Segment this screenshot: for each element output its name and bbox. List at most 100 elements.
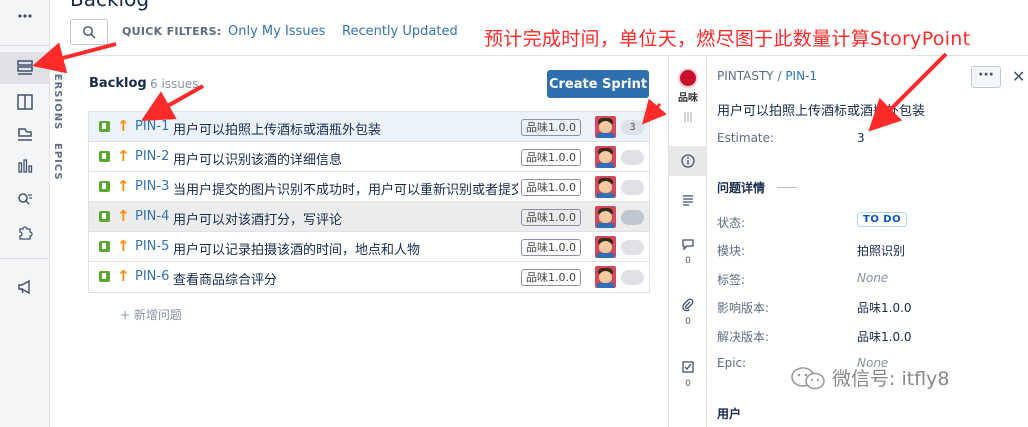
reports-icon[interactable] bbox=[0, 150, 50, 182]
issue-row[interactable]: ↑ PIN-5 用户可以记录拍摄该酒的时间，地点和人物 品味1.0.0 bbox=[89, 232, 649, 262]
assignee-avatar bbox=[595, 176, 616, 198]
priority-high-icon: ↑ bbox=[117, 267, 130, 285]
comment-count: 0 bbox=[685, 256, 691, 266]
issue-key[interactable]: PIN-3 bbox=[135, 179, 169, 194]
annotation-text: 预计完成时间，单位天，燃尽图于此数量计算StoryPoint bbox=[484, 28, 971, 50]
story-icon bbox=[99, 271, 110, 282]
version-lozenge: 品味1.0.0 bbox=[521, 209, 581, 226]
detail-toolbar: 品味 0 0 0 bbox=[669, 56, 707, 427]
search-icon bbox=[83, 26, 96, 39]
backlog-issue-count: 6 issues bbox=[150, 77, 199, 91]
epics-tab[interactable]: EPICS bbox=[52, 143, 63, 181]
issue-key[interactable]: PIN-1 bbox=[135, 119, 169, 134]
status-badge[interactable]: TO DO bbox=[857, 212, 908, 227]
story-icon bbox=[99, 121, 110, 132]
backlog-panel: Backlog 6 issues Create Sprint ↑ PIN-1 用… bbox=[70, 55, 668, 427]
issue-summary-heading[interactable]: 用户可以拍照上传酒标或酒瓶外包装 bbox=[717, 100, 925, 119]
version-lozenge: 品味1.0.0 bbox=[521, 239, 581, 256]
assignee-avatar bbox=[595, 116, 616, 138]
left-nav bbox=[0, 0, 50, 427]
module-value[interactable]: 拍照识别 bbox=[857, 242, 905, 259]
issue-row[interactable]: ↑ PIN-1 用户可以拍照上传酒标或酒瓶外包装 品味1.0.0 3 bbox=[89, 112, 649, 142]
announcement-icon[interactable] bbox=[0, 271, 50, 303]
description-icon[interactable] bbox=[669, 193, 707, 210]
addons-icon[interactable] bbox=[0, 216, 50, 248]
fix-version-value[interactable]: 品味1.0.0 bbox=[857, 328, 912, 345]
issue-summary: 查看商品综合评分 bbox=[173, 273, 278, 288]
close-icon[interactable]: ✕ bbox=[1012, 67, 1025, 86]
issue-key[interactable]: PIN-2 bbox=[135, 149, 169, 164]
issue-row[interactable]: ↑ PIN-6 查看商品综合评分 品味1.0.0 bbox=[89, 262, 649, 292]
drag-handle-icon[interactable] bbox=[669, 110, 707, 127]
estimate-badge bbox=[621, 150, 644, 165]
attachment-count: 0 bbox=[685, 317, 691, 327]
wechat-icon bbox=[791, 366, 825, 389]
breadcrumb-issue-key[interactable]: PIN-1 bbox=[785, 69, 817, 83]
issue-summary: 用户可以对该酒打分，写评论 bbox=[173, 213, 343, 228]
board-icon[interactable] bbox=[0, 86, 50, 118]
nav-divider bbox=[0, 258, 50, 259]
priority-high-icon: ↑ bbox=[117, 207, 130, 225]
estimate-label: Estimate: bbox=[717, 131, 775, 145]
attachment-icon[interactable]: 0 bbox=[669, 298, 707, 327]
estimate-badge bbox=[621, 210, 644, 225]
epic-label: Epic: bbox=[717, 356, 747, 370]
issue-key[interactable]: PIN-6 bbox=[135, 269, 169, 284]
labels-value[interactable]: None bbox=[857, 271, 888, 285]
issue-summary: 用户可以拍照上传酒标或酒瓶外包装 bbox=[173, 123, 382, 138]
watermark: 微信号: itfly8 bbox=[790, 364, 949, 391]
more-icon[interactable] bbox=[0, 0, 50, 32]
affects-version-value[interactable]: 品味1.0.0 bbox=[857, 299, 912, 316]
filter-only-my-issues[interactable]: Only My Issues bbox=[228, 24, 325, 39]
issue-summary: 用户可以识别该酒的详细信息 bbox=[173, 153, 343, 168]
issue-row[interactable]: ↑ PIN-4 用户可以对该酒打分，写评论 品味1.0.0 bbox=[89, 202, 649, 232]
story-icon bbox=[99, 211, 110, 222]
side-tabs: VERSIONS EPICS bbox=[50, 55, 68, 427]
issue-key[interactable]: PIN-4 bbox=[135, 209, 169, 224]
estimate-badge bbox=[621, 240, 644, 255]
checklist-icon[interactable]: 0 bbox=[669, 360, 707, 389]
module-label: 模块: bbox=[717, 244, 746, 258]
breadcrumb-separator: / bbox=[773, 69, 786, 83]
estimate-badge bbox=[621, 180, 644, 195]
estimate-badge: 3 bbox=[621, 120, 644, 135]
watermark-text: 微信号: itfly8 bbox=[832, 368, 950, 390]
issue-search-icon[interactable] bbox=[0, 183, 50, 215]
project-logo bbox=[678, 68, 698, 88]
issue-details-heading: 问题详情 bbox=[717, 181, 766, 195]
create-issue-link[interactable]: + 新增问题 bbox=[120, 306, 182, 323]
assignee-avatar bbox=[595, 206, 616, 228]
story-icon bbox=[99, 241, 110, 252]
releases-icon[interactable] bbox=[0, 118, 50, 150]
comment-icon[interactable]: 0 bbox=[669, 237, 707, 266]
search-button[interactable] bbox=[70, 19, 108, 45]
people-heading: 用户 bbox=[717, 407, 742, 421]
priority-high-icon: ↑ bbox=[117, 147, 130, 165]
story-icon bbox=[99, 151, 110, 162]
backlog-icon[interactable] bbox=[0, 52, 50, 84]
affects-version-label: 影响版本: bbox=[717, 301, 770, 315]
version-lozenge: 品味1.0.0 bbox=[521, 149, 581, 166]
estimate-value[interactable]: 3 bbox=[857, 131, 865, 145]
status-label: 状态: bbox=[717, 216, 746, 230]
issue-row[interactable]: ↑ PIN-2 用户可以识别该酒的详细信息 品味1.0.0 bbox=[89, 142, 649, 172]
more-actions-button[interactable]: ··· bbox=[971, 66, 1001, 88]
versions-tab[interactable]: VERSIONS bbox=[52, 65, 63, 130]
nav-divider bbox=[0, 45, 50, 46]
issue-list: ↑ PIN-1 用户可以拍照上传酒标或酒瓶外包装 品味1.0.0 3 ↑ PIN… bbox=[88, 111, 650, 293]
estimate-badge bbox=[621, 270, 644, 285]
filter-recently-updated[interactable]: Recently Updated bbox=[342, 24, 458, 39]
page-title: Backlog bbox=[70, 0, 149, 11]
create-sprint-button[interactable]: Create Sprint bbox=[547, 70, 649, 98]
checklist-count: 0 bbox=[685, 379, 691, 389]
project-logo-text: 品味 bbox=[678, 93, 698, 104]
breadcrumb: PINTASTY / PIN-1 bbox=[717, 69, 817, 83]
breadcrumb-project[interactable]: PINTASTY bbox=[717, 69, 774, 83]
issue-key[interactable]: PIN-5 bbox=[135, 239, 169, 254]
assignee-avatar bbox=[595, 236, 616, 258]
issue-row[interactable]: ↑ PIN-3 当用户提交的图片识别不成功时，用户可以重新识别或者提交 品味1.… bbox=[89, 172, 649, 202]
assignee-avatar bbox=[595, 266, 616, 288]
issue-summary: 当用户提交的图片识别不成功时，用户可以重新识别或者提交 bbox=[173, 183, 518, 198]
details-info-icon[interactable] bbox=[669, 146, 707, 176]
priority-high-icon: ↑ bbox=[117, 177, 130, 195]
